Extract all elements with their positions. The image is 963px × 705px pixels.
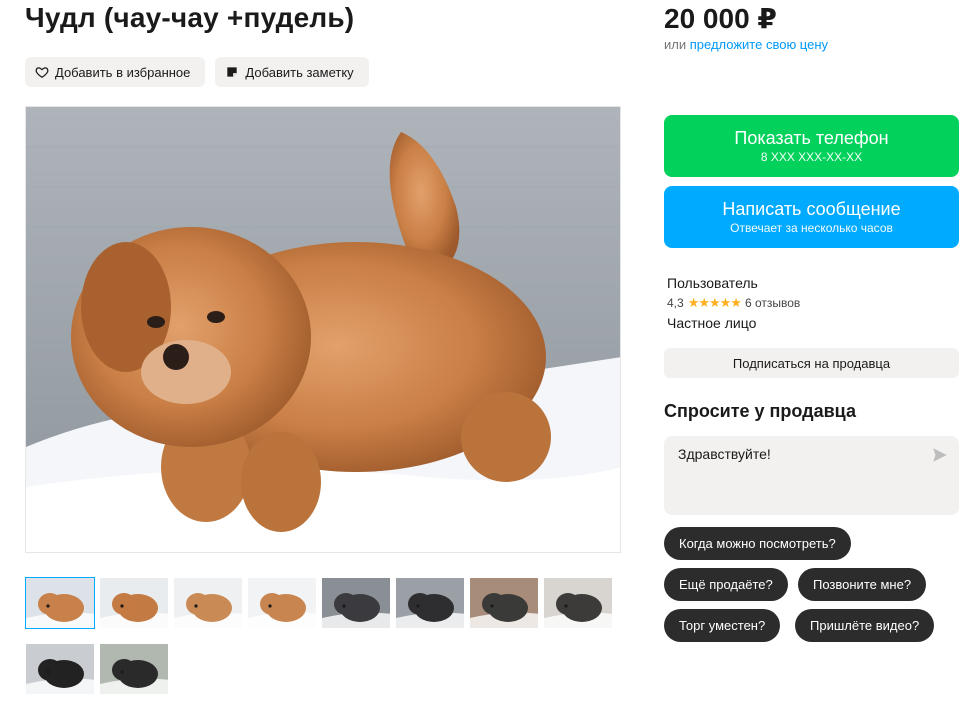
note-icon <box>227 67 238 77</box>
photo-thumbnail[interactable] <box>99 577 169 629</box>
photo-thumbnail[interactable] <box>395 577 465 629</box>
heart-icon <box>35 67 49 78</box>
photo-thumbnail[interactable] <box>543 577 613 629</box>
offer-line: или предложите свою цену <box>664 37 828 52</box>
listing-title: Чудл (чау-чау +пудель) <box>25 2 355 33</box>
rating-value: 4,3 <box>667 296 684 310</box>
photo-thumbnail[interactable] <box>321 577 391 629</box>
main-photo[interactable]: Avito <box>25 106 621 553</box>
seller-rating: 4,3 ★★★★★ 6 отзывов <box>667 293 800 313</box>
phone-masked: 8 XXX XXX-XX-XX <box>760 150 863 164</box>
message-input-value: Здравствуйте! <box>678 446 771 462</box>
thumbnail-strip <box>25 577 625 695</box>
seller-info: Пользователь 4,3 ★★★★★ 6 отзывов Частное… <box>667 273 800 333</box>
photo-thumbnail[interactable] <box>25 577 95 629</box>
listing-actions: Добавить в избранное Добавить заметку <box>25 57 369 87</box>
quick-question-chip[interactable]: Когда можно посмотреть? <box>664 527 851 560</box>
add-to-favorites-label: Добавить в избранное <box>55 64 191 80</box>
avito-watermark: Avito <box>526 515 590 545</box>
seller-type: Частное лицо <box>667 315 757 331</box>
show-phone-button[interactable]: Показать телефон 8 XXX XXX-XX-XX <box>664 115 959 177</box>
write-message-label: Написать сообщение <box>722 199 901 219</box>
add-to-favorites-button[interactable]: Добавить в избранное <box>25 57 206 87</box>
show-phone-label: Показать телефон <box>734 128 889 148</box>
quick-question-chip[interactable]: Пришлёте видео? <box>795 609 935 642</box>
subscribe-seller-button[interactable]: Подписаться на продавца <box>664 348 959 378</box>
photo-thumbnail[interactable] <box>99 643 169 695</box>
price: 20 000 ₽ <box>664 3 777 34</box>
offer-prefix: или <box>664 37 687 52</box>
seller-name[interactable]: Пользователь <box>667 273 800 293</box>
add-note-label: Добавить заметку <box>245 64 354 80</box>
send-icon[interactable] <box>931 446 949 464</box>
quick-question-chip[interactable]: Торг уместен? <box>664 609 781 642</box>
message-input[interactable]: Здравствуйте! <box>664 436 959 515</box>
response-time: Отвечает за несколько часов <box>730 221 893 235</box>
photo-thumbnail[interactable] <box>247 577 317 629</box>
ask-seller-title: Спросите у продавца <box>664 401 856 421</box>
photo-thumbnail[interactable] <box>25 643 95 695</box>
quick-question-chip[interactable]: Ещё продаёте? <box>664 568 788 601</box>
add-note-button[interactable]: Добавить заметку <box>215 57 369 87</box>
reviews-link[interactable]: 6 отзывов <box>745 293 800 313</box>
photo-thumbnail[interactable] <box>173 577 243 629</box>
write-message-button[interactable]: Написать сообщение Отвечает за несколько… <box>664 186 959 248</box>
offer-price-link[interactable]: предложите свою цену <box>690 37 828 52</box>
photo-thumbnail[interactable] <box>469 577 539 629</box>
quick-question-chip[interactable]: Позвоните мне? <box>798 568 927 601</box>
rating-stars-icon: ★★★★★ <box>687 295 742 310</box>
